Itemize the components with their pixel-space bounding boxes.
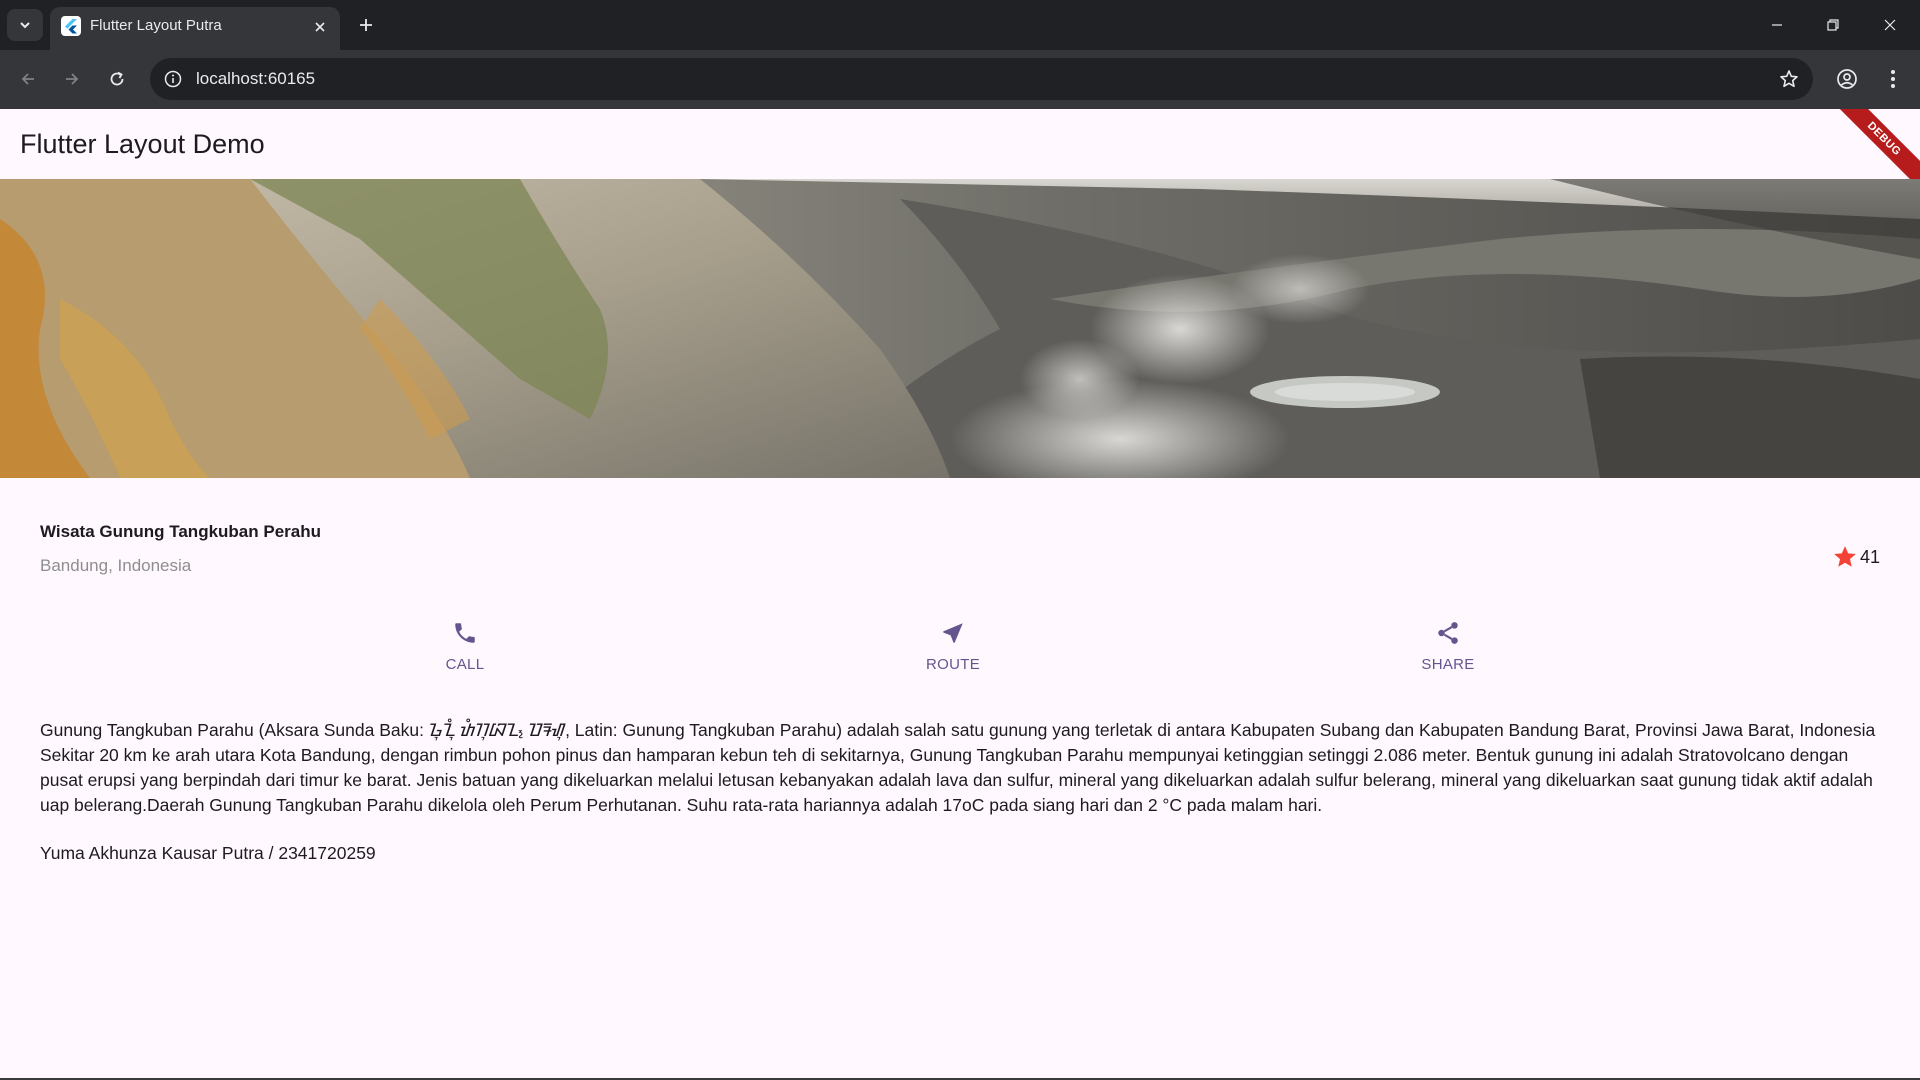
route-button[interactable]: ROUTE [903, 616, 1003, 673]
phone-icon [455, 623, 475, 643]
place-name: Wisata Gunung Tangkuban Perahu [40, 522, 321, 541]
flutter-app: Flutter Layout Demo DEBUG Wisata Gunung … [0, 109, 1920, 1078]
app-bar: Flutter Layout Demo [0, 109, 1920, 179]
close-icon [1884, 19, 1896, 31]
author-credit: Yuma Akhunza Kausar Putra / 2341720259 [40, 843, 376, 863]
account-circle-icon [1837, 69, 1857, 89]
reload-icon [110, 71, 124, 86]
star-icon[interactable] [1832, 544, 1858, 570]
close-window-button[interactable] [1862, 0, 1918, 50]
browser-tabstrip: Flutter Layout Putra [0, 0, 1920, 50]
title-section: Wisata Gunung Tangkuban Perahu Bandung, … [40, 522, 1880, 592]
place-location: Bandung, Indonesia [40, 556, 192, 575]
share-label: SHARE [1421, 656, 1475, 673]
call-label: CALL [445, 656, 485, 673]
browser-toolbar: localhost:60165 [0, 50, 1920, 109]
near-me-icon [943, 623, 963, 643]
favorite-rating[interactable]: 41 [1832, 544, 1880, 570]
arrow-left-icon [21, 73, 34, 85]
share-icon [1438, 622, 1458, 644]
route-label: ROUTE [926, 656, 980, 673]
address-bar[interactable]: localhost:60165 [150, 58, 1813, 100]
close-icon [315, 22, 325, 32]
favorite-count: 41 [1859, 546, 1880, 567]
flutter-favicon-icon [61, 16, 81, 36]
share-button[interactable]: SHARE [1398, 616, 1498, 673]
arrow-right-icon [66, 73, 79, 85]
minimize-icon [1772, 24, 1782, 26]
url-text: localhost:60165 [196, 69, 316, 88]
reload-button[interactable] [101, 63, 133, 95]
bookmark-star-icon[interactable] [1777, 67, 1801, 91]
text-section: Gunung Tangkuban Parahu (Aksara Sunda Ba… [40, 718, 1885, 864]
plus-icon [360, 19, 372, 31]
hero-image [0, 179, 1920, 478]
chevron-down-icon [20, 22, 30, 29]
tab-close-button[interactable] [308, 15, 332, 39]
restore-icon [1827, 19, 1839, 31]
place-description: Gunung Tangkuban Parahu (Aksara Sunda Ba… [40, 720, 1876, 815]
browser-menu-button[interactable] [1877, 63, 1909, 95]
site-info-icon[interactable] [160, 66, 186, 92]
new-tab-button[interactable] [351, 10, 381, 40]
profile-button[interactable] [1831, 63, 1863, 95]
tab-search-button[interactable] [7, 9, 43, 41]
button-section: CALL ROUTE SHARE [0, 616, 1920, 686]
tab-title: Flutter Layout Putra [90, 17, 222, 34]
more-vert-icon [1891, 70, 1895, 88]
call-button[interactable]: CALL [415, 616, 515, 673]
back-button[interactable] [12, 63, 44, 95]
page-title: Flutter Layout Demo [20, 129, 265, 159]
browser-tab[interactable]: Flutter Layout Putra [50, 7, 340, 50]
restore-button[interactable] [1805, 0, 1861, 50]
minimize-button[interactable] [1749, 0, 1805, 50]
forward-button[interactable] [56, 63, 88, 95]
